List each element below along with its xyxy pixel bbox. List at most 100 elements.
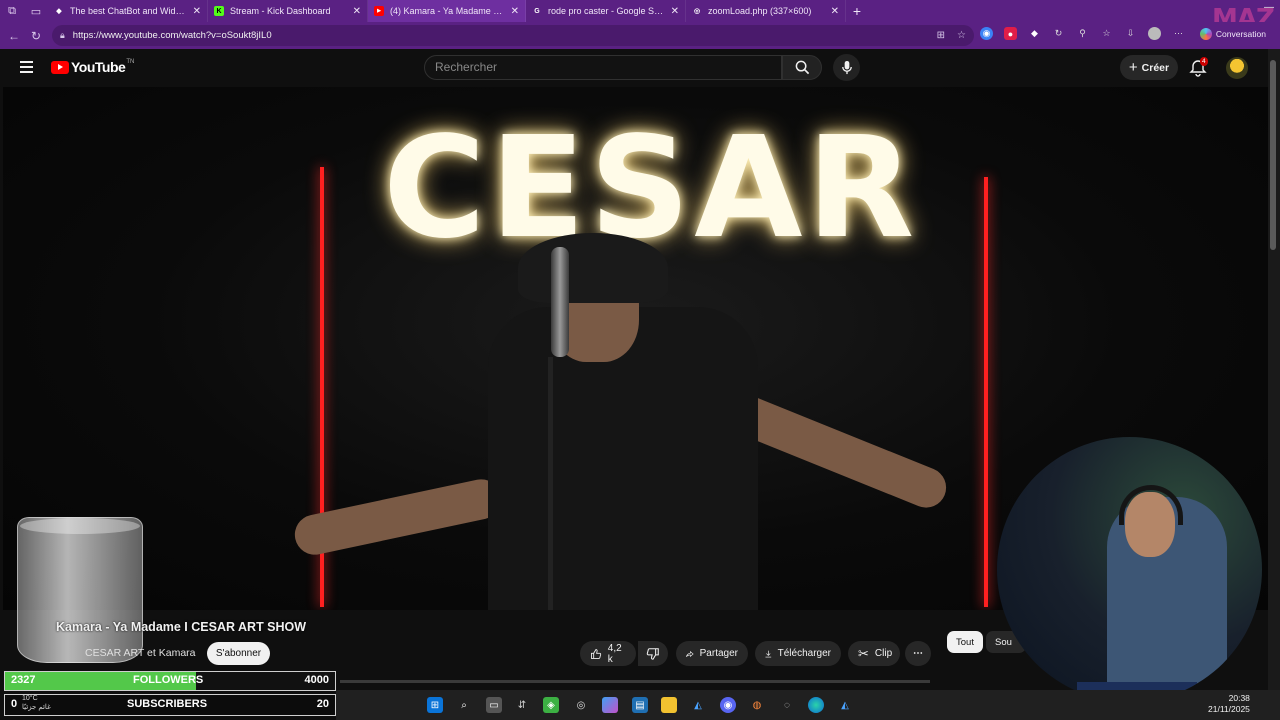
app-icon[interactable]: ◎ [573, 697, 589, 713]
subscribers-current: 0 [11, 698, 18, 710]
chatbot-favicon-icon: ◆ [56, 8, 62, 15]
app-icon[interactable]: ◭ [690, 697, 706, 713]
close-icon[interactable]: ✕ [353, 6, 361, 17]
search-input[interactable]: Rechercher [424, 55, 782, 80]
app-icon[interactable]: ◭ [837, 697, 853, 713]
discord-icon[interactable]: ◉ [720, 697, 736, 713]
account-avatar[interactable] [1226, 57, 1248, 79]
clip-button[interactable]: ✂ Clip [848, 641, 900, 666]
youtube-play-icon [51, 60, 69, 74]
tab-title: rode pro caster - Google Search [548, 6, 665, 16]
menu-hamburger-icon[interactable] [20, 61, 33, 73]
share-button[interactable]: Partager [676, 641, 748, 666]
profile-icon[interactable] [1148, 27, 1161, 40]
windows-taskbar: ⊞ ⌕ ▭ ⇵ ◈ ◎ ▤ ◭ ◉ ◍ ◌ ◭ [336, 690, 1280, 720]
voice-search-button[interactable] [833, 54, 860, 81]
download-button[interactable]: Télécharger [755, 641, 841, 666]
followers-label: FOLLOWERS [133, 674, 204, 686]
edge-browser-icon[interactable] [808, 697, 824, 713]
search-icon [795, 60, 809, 75]
back-arrow-icon[interactable]: ← [3, 29, 25, 43]
extension-toolbar: ◉ ● ◆ ↻ ⚲ ☆ ⇩ ⋯ [980, 27, 1185, 40]
favorites-icon[interactable]: ☆ [1100, 27, 1113, 40]
url-text: https://www.youtube.com/watch?v=oSoukt8j… [72, 30, 272, 41]
youtube-wordmark: YouTube [71, 59, 126, 75]
page-scrollbar-thumb[interactable] [1270, 60, 1276, 250]
copilot-icon [1199, 28, 1212, 40]
search-button[interactable] [782, 55, 822, 80]
close-icon[interactable]: ✕ [511, 6, 519, 17]
windows-start-icon[interactable]: ⊞ [427, 697, 443, 713]
extension-icon[interactable]: ◉ [980, 27, 993, 40]
system-clock[interactable]: 20:38 21/11/2025 [1208, 693, 1250, 715]
url-field[interactable]: 🔒︎ https://www.youtube.com/watch?v=oSouk… [52, 25, 974, 46]
clip-label: Clip [874, 648, 893, 659]
browser-tab[interactable]: G rode pro caster - Google Search ✕ [526, 0, 686, 22]
extensions-puzzle-icon[interactable]: ⚲ [1076, 27, 1089, 40]
browser-tab[interactable]: ◆ The best ChatBot and Widgets fo ✕ [48, 0, 208, 22]
search-icon[interactable]: ⌕ [456, 697, 472, 713]
extension-icon[interactable]: ● [1004, 27, 1017, 40]
close-icon[interactable]: ✕ [671, 6, 679, 17]
favorite-star-icon[interactable]: ☆ [957, 30, 966, 41]
browser-tab[interactable]: K Stream - Kick Dashboard ✕ [208, 0, 368, 22]
youtube-logo[interactable]: YouTube TN [51, 59, 134, 75]
app-icon[interactable]: ▤ [632, 697, 648, 713]
glass-cup-overlay [17, 517, 143, 663]
tab-title: Stream - Kick Dashboard [230, 6, 331, 16]
clock-time: 20:38 [1228, 693, 1250, 703]
video-progress-bar[interactable] [340, 680, 930, 683]
channel-name[interactable]: CESAR ART et Kamara [85, 647, 196, 659]
new-tab-icon[interactable]: + [846, 3, 868, 19]
subscribers-label: SUBSCRIBERS [127, 698, 208, 710]
globe-favicon-icon: ◎ [693, 8, 701, 15]
share-label: Partager [699, 648, 738, 659]
weather-widget[interactable]: 10°C غائم جزئيًا [22, 694, 51, 712]
reload-icon[interactable]: ↻ [25, 29, 47, 43]
copilot-button[interactable]: Conversation [1199, 28, 1266, 40]
download-icon[interactable]: ⇩ [1124, 27, 1137, 40]
like-button[interactable]: 4,2 k [580, 641, 636, 666]
create-label: Créer [1141, 61, 1170, 74]
lock-icon[interactable]: 🔒︎ [60, 30, 65, 41]
more-horizontal-icon: ⋯ [913, 648, 923, 659]
like-count: 4,2 k [607, 642, 622, 665]
tab-actions-icon[interactable]: ▭ [24, 0, 48, 22]
tab-title: (4) Kamara - Ya Madame I CESAR [390, 6, 505, 16]
app-icon[interactable]: ◍ [749, 697, 765, 713]
task-view-icon[interactable]: ▭ [486, 697, 502, 713]
youtube-favicon-icon: ▶ [374, 6, 384, 16]
workspaces-icon[interactable]: ⧉ [0, 0, 24, 22]
followers-current: 2327 [11, 674, 36, 686]
copilot-app-icon[interactable] [602, 697, 618, 713]
followers-goal-bar: 2327 FOLLOWERS 4000 [4, 671, 336, 691]
browser-tab-bar: ⧉ ▭ ◆ The best ChatBot and Widgets fo ✕ … [0, 0, 1280, 22]
subscribers-goal-bar: 0 SUBSCRIBERS 20 [4, 694, 336, 716]
browser-address-bar: ← ↻ 🔒︎ https://www.youtube.com/watch?v=o… [0, 22, 1280, 49]
more-actions-button[interactable]: ⋯ [905, 641, 931, 666]
more-menu-icon[interactable]: ⋯ [1172, 27, 1185, 40]
close-icon[interactable]: ✕ [831, 6, 839, 17]
close-icon[interactable]: ✕ [193, 6, 201, 17]
extension-icon[interactable]: ◆ [1028, 27, 1041, 40]
create-button[interactable]: + Créer [1120, 55, 1178, 80]
app-available-icon[interactable]: ⊞ [937, 30, 945, 41]
copilot-label: Conversation [1215, 29, 1266, 39]
app-icon[interactable]: ⇵ [514, 697, 530, 713]
app-icon[interactable]: ◌ [779, 697, 795, 713]
tab-title: The best ChatBot and Widgets fo [70, 6, 187, 16]
thumbs-up-icon [591, 648, 602, 659]
kick-favicon-icon: K [214, 6, 224, 16]
share-arrow-icon [686, 650, 694, 657]
file-explorer-icon[interactable] [661, 697, 677, 713]
app-icon[interactable]: ◈ [543, 697, 559, 713]
chip-all[interactable]: Tout [947, 631, 983, 653]
singer-right-arm [723, 390, 953, 514]
subscribe-button[interactable]: S'abonner [207, 642, 270, 665]
scissors-icon: ✂ [858, 645, 869, 661]
browser-tab-active[interactable]: ▶ (4) Kamara - Ya Madame I CESAR ✕ [368, 0, 526, 22]
browser-tab[interactable]: ◎ zoomLoad.php (337×600) ✕ [686, 0, 846, 22]
red-neon-bar-right [984, 177, 988, 607]
dislike-button[interactable] [638, 641, 668, 666]
refresh-extension-icon[interactable]: ↻ [1052, 27, 1065, 40]
